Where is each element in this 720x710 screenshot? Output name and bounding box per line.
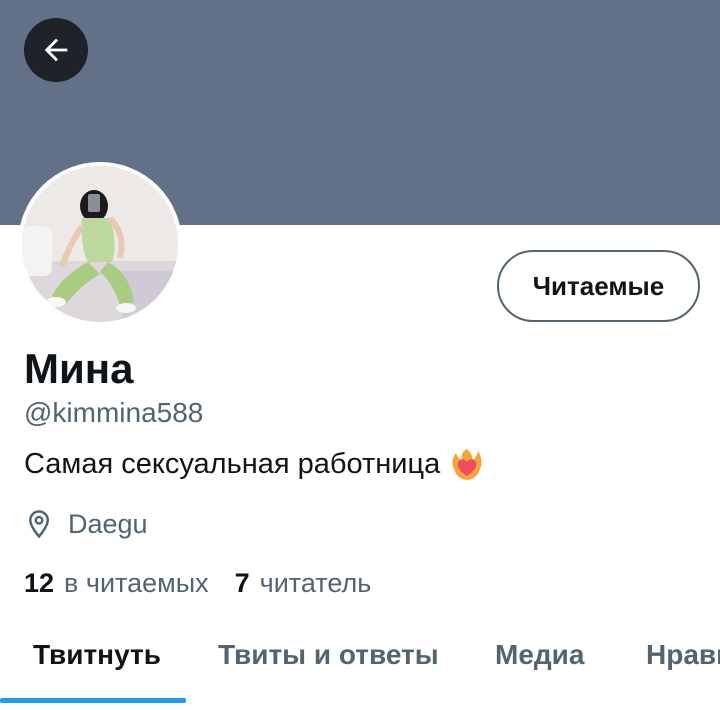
following-label: в читаемых	[64, 568, 209, 598]
user-handle: @kimmina588	[24, 397, 204, 428]
profile-tabs: Твитнуть Твиты и ответы Медиа Нрави	[0, 616, 720, 710]
arrow-left-icon	[44, 38, 68, 62]
followers-stat[interactable]: 7 читатель	[235, 565, 372, 601]
stats-row: 12 в читаемых 7 читатель	[24, 565, 371, 601]
location-text: Daegu	[68, 509, 148, 539]
back-button[interactable]	[24, 18, 88, 82]
tab-likes[interactable]: Нрави	[646, 636, 720, 674]
avatar-photo	[22, 166, 178, 322]
location-pin-icon	[28, 510, 50, 539]
tab-tweets[interactable]: Твитнуть	[33, 636, 161, 674]
bio: Самая сексуальная работница	[24, 446, 484, 482]
location: Daegu	[24, 506, 148, 542]
following-stat[interactable]: 12 в читаемых	[24, 565, 209, 601]
followers-count: 7	[234, 568, 250, 598]
tab-media[interactable]: Медиа	[495, 636, 584, 674]
display-name: Мина	[24, 345, 134, 392]
following-count: 12	[24, 568, 55, 598]
avatar[interactable]	[18, 162, 182, 326]
heart-on-fire-icon	[450, 447, 484, 481]
bio-text: Самая сексуальная работница	[24, 448, 441, 480]
followers-label: читатель	[259, 568, 372, 598]
tab-tweets-and-replies[interactable]: Твиты и ответы	[218, 636, 439, 674]
following-button[interactable]: Читаемые	[497, 250, 700, 322]
active-tab-indicator	[0, 698, 186, 703]
